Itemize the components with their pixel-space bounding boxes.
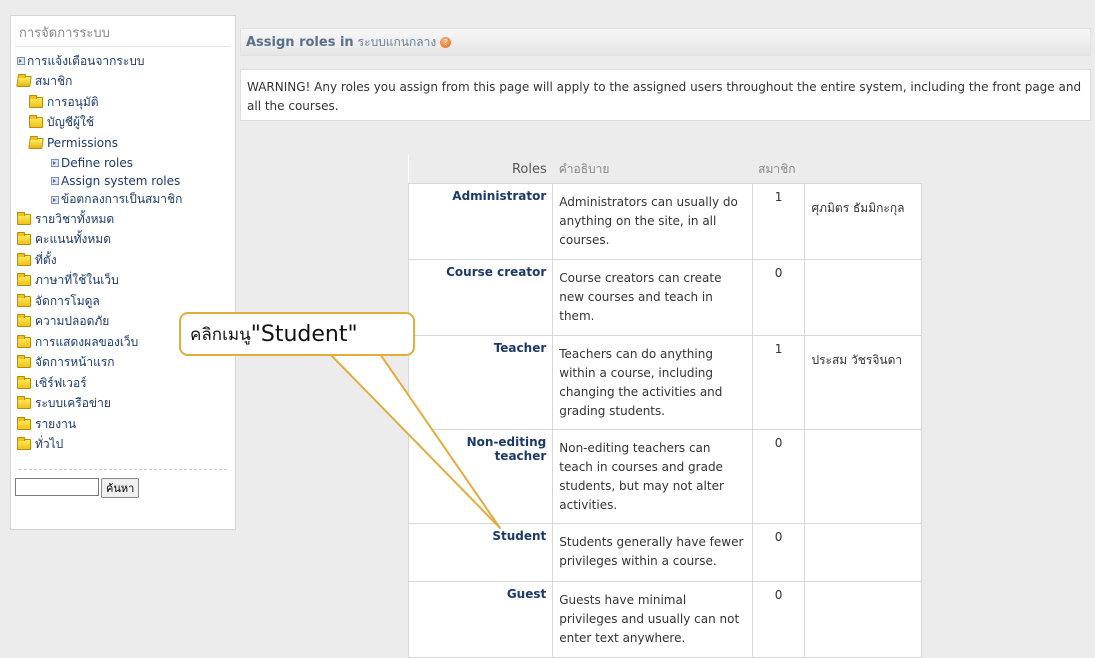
- callout-prefix: คลิกเมนู: [190, 324, 251, 345]
- callout-annotation: คลิกเมนู "Student": [179, 312, 415, 356]
- callout-pointer: [329, 353, 501, 529]
- callout-target: "Student": [250, 321, 358, 347]
